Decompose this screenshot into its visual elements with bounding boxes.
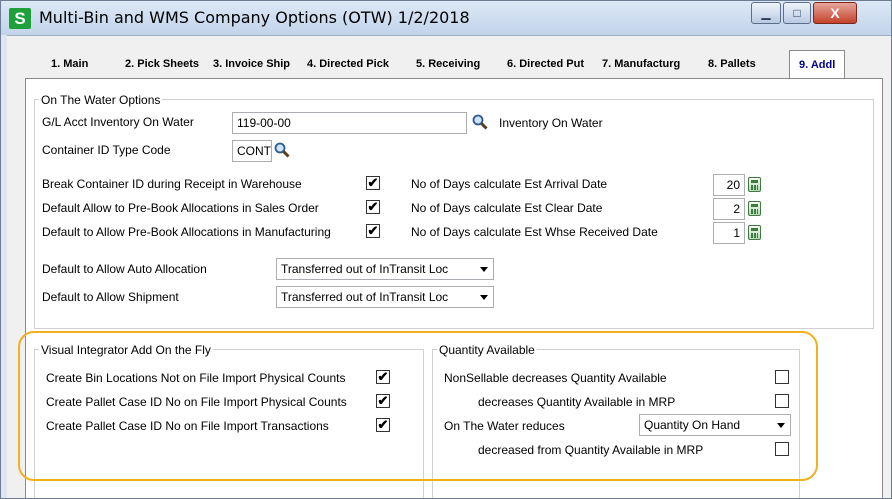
vi-pallet-transactions-label: Create Pallet Case ID No on File Import …	[46, 419, 329, 433]
days-arrival-input[interactable]: 20	[713, 174, 745, 196]
days-clear-label: No of Days calculate Est Clear Date	[411, 201, 603, 215]
days-clear-input[interactable]: 2	[713, 198, 745, 220]
days-whse-input[interactable]: 1	[713, 222, 745, 244]
gl-acct-lookup-icon[interactable]	[472, 114, 488, 130]
tab-receiving[interactable]: 5. Receiving	[416, 58, 480, 70]
client-area: 1. Main 2. Pick Sheets 3. Invoice Ship 4…	[7, 35, 891, 498]
tab-pick-sheets[interactable]: 2. Pick Sheets	[125, 58, 199, 70]
auto-allocation-select[interactable]: Transferred out of InTransit Loc	[276, 258, 494, 280]
days-whse-calculator-icon[interactable]	[748, 225, 761, 240]
nonsellable-mrp-checkbox[interactable]	[775, 394, 789, 408]
tab-panel-addl: On The Water Options G/L Acct Inventory …	[25, 78, 883, 498]
tab-pallets[interactable]: 8. Pallets	[708, 58, 756, 70]
vi-add-on-fly-title: Visual Integrator Add On the Fly	[39, 343, 213, 357]
chevron-down-icon	[777, 423, 785, 428]
tab-main[interactable]: 1. Main	[51, 58, 88, 70]
tab-manufacturing[interactable]: 7. Manufacturg	[602, 58, 680, 70]
gl-acct-label: G/L Acct Inventory On Water	[42, 115, 194, 129]
allow-shipment-value: Transferred out of InTransit Loc	[281, 290, 449, 304]
tab-directed-pick[interactable]: 4. Directed Pick	[307, 58, 389, 70]
gl-acct-description: Inventory On Water	[499, 116, 603, 130]
vi-pallet-physical-checkbox[interactable]: ✔	[376, 394, 390, 408]
otw-reduces-value: Quantity On Hand	[644, 418, 741, 432]
prebook-so-label: Default Allow to Pre-Book Allocations in…	[42, 201, 319, 215]
minimize-button[interactable]: ▁	[751, 2, 781, 24]
prebook-mfg-checkbox[interactable]: ✔	[366, 224, 380, 238]
vi-pallet-physical-label: Create Pallet Case ID No on File Import …	[46, 395, 347, 409]
gl-acct-input[interactable]: 119-00-00	[232, 112, 467, 134]
auto-allocation-value: Transferred out of InTransit Loc	[281, 262, 449, 276]
close-button[interactable]: X	[813, 2, 857, 24]
tab-strip: 1. Main 2. Pick Sheets 3. Invoice Ship 4…	[7, 36, 891, 80]
prebook-so-checkbox[interactable]: ✔	[366, 200, 380, 214]
break-container-checkbox[interactable]: ✔	[366, 176, 380, 190]
otw-options-title: On The Water Options	[39, 93, 163, 107]
vi-bin-locations-label: Create Bin Locations Not on File Import …	[46, 371, 346, 385]
container-id-label: Container ID Type Code	[42, 143, 171, 157]
window-title: Multi-Bin and WMS Company Options (OTW) …	[39, 8, 470, 27]
allow-shipment-label: Default to Allow Shipment	[42, 290, 179, 304]
sage-app-icon: S	[9, 8, 31, 29]
nonsellable-checkbox[interactable]	[775, 370, 789, 384]
otw-mrp-checkbox[interactable]	[775, 442, 789, 456]
vi-pallet-transactions-checkbox[interactable]: ✔	[376, 418, 390, 432]
chevron-down-icon	[480, 295, 488, 300]
break-container-label: Break Container ID during Receipt in War…	[42, 177, 302, 191]
auto-allocation-label: Default to Allow Auto Allocation	[42, 262, 207, 276]
days-whse-label: No of Days calculate Est Whse Received D…	[411, 225, 658, 239]
otw-reduces-select[interactable]: Quantity On Hand	[639, 414, 791, 436]
options-window: S Multi-Bin and WMS Company Options (OTW…	[0, 0, 892, 499]
container-id-lookup-icon[interactable]	[274, 142, 290, 158]
otw-reduces-label: On The Water reduces	[444, 419, 565, 433]
days-clear-calculator-icon[interactable]	[748, 201, 761, 216]
tab-directed-put[interactable]: 6. Directed Put	[507, 58, 584, 70]
container-id-input[interactable]: CONT	[232, 140, 272, 162]
nonsellable-mrp-label: decreases Quantity Available in MRP	[478, 395, 676, 409]
prebook-mfg-label: Default to Allow Pre-Book Allocations in…	[42, 225, 331, 239]
vi-bin-locations-checkbox[interactable]: ✔	[376, 370, 390, 384]
quantity-available-title: Quantity Available	[437, 343, 537, 357]
days-arrival-calculator-icon[interactable]	[748, 177, 761, 192]
days-arrival-label: No of Days calculate Est Arrival Date	[411, 177, 608, 191]
otw-mrp-label: decreased from Quantity Available in MRP	[478, 443, 704, 457]
chevron-down-icon	[480, 267, 488, 272]
maximize-button[interactable]: □	[783, 2, 811, 24]
tab-addl[interactable]: 9. Addl	[789, 50, 846, 80]
allow-shipment-select[interactable]: Transferred out of InTransit Loc	[276, 286, 494, 308]
title-bar[interactable]: S Multi-Bin and WMS Company Options (OTW…	[1, 1, 891, 35]
nonsellable-label: NonSellable decreases Quantity Available	[444, 371, 667, 385]
tab-invoice-ship[interactable]: 3. Invoice Ship	[213, 58, 290, 70]
